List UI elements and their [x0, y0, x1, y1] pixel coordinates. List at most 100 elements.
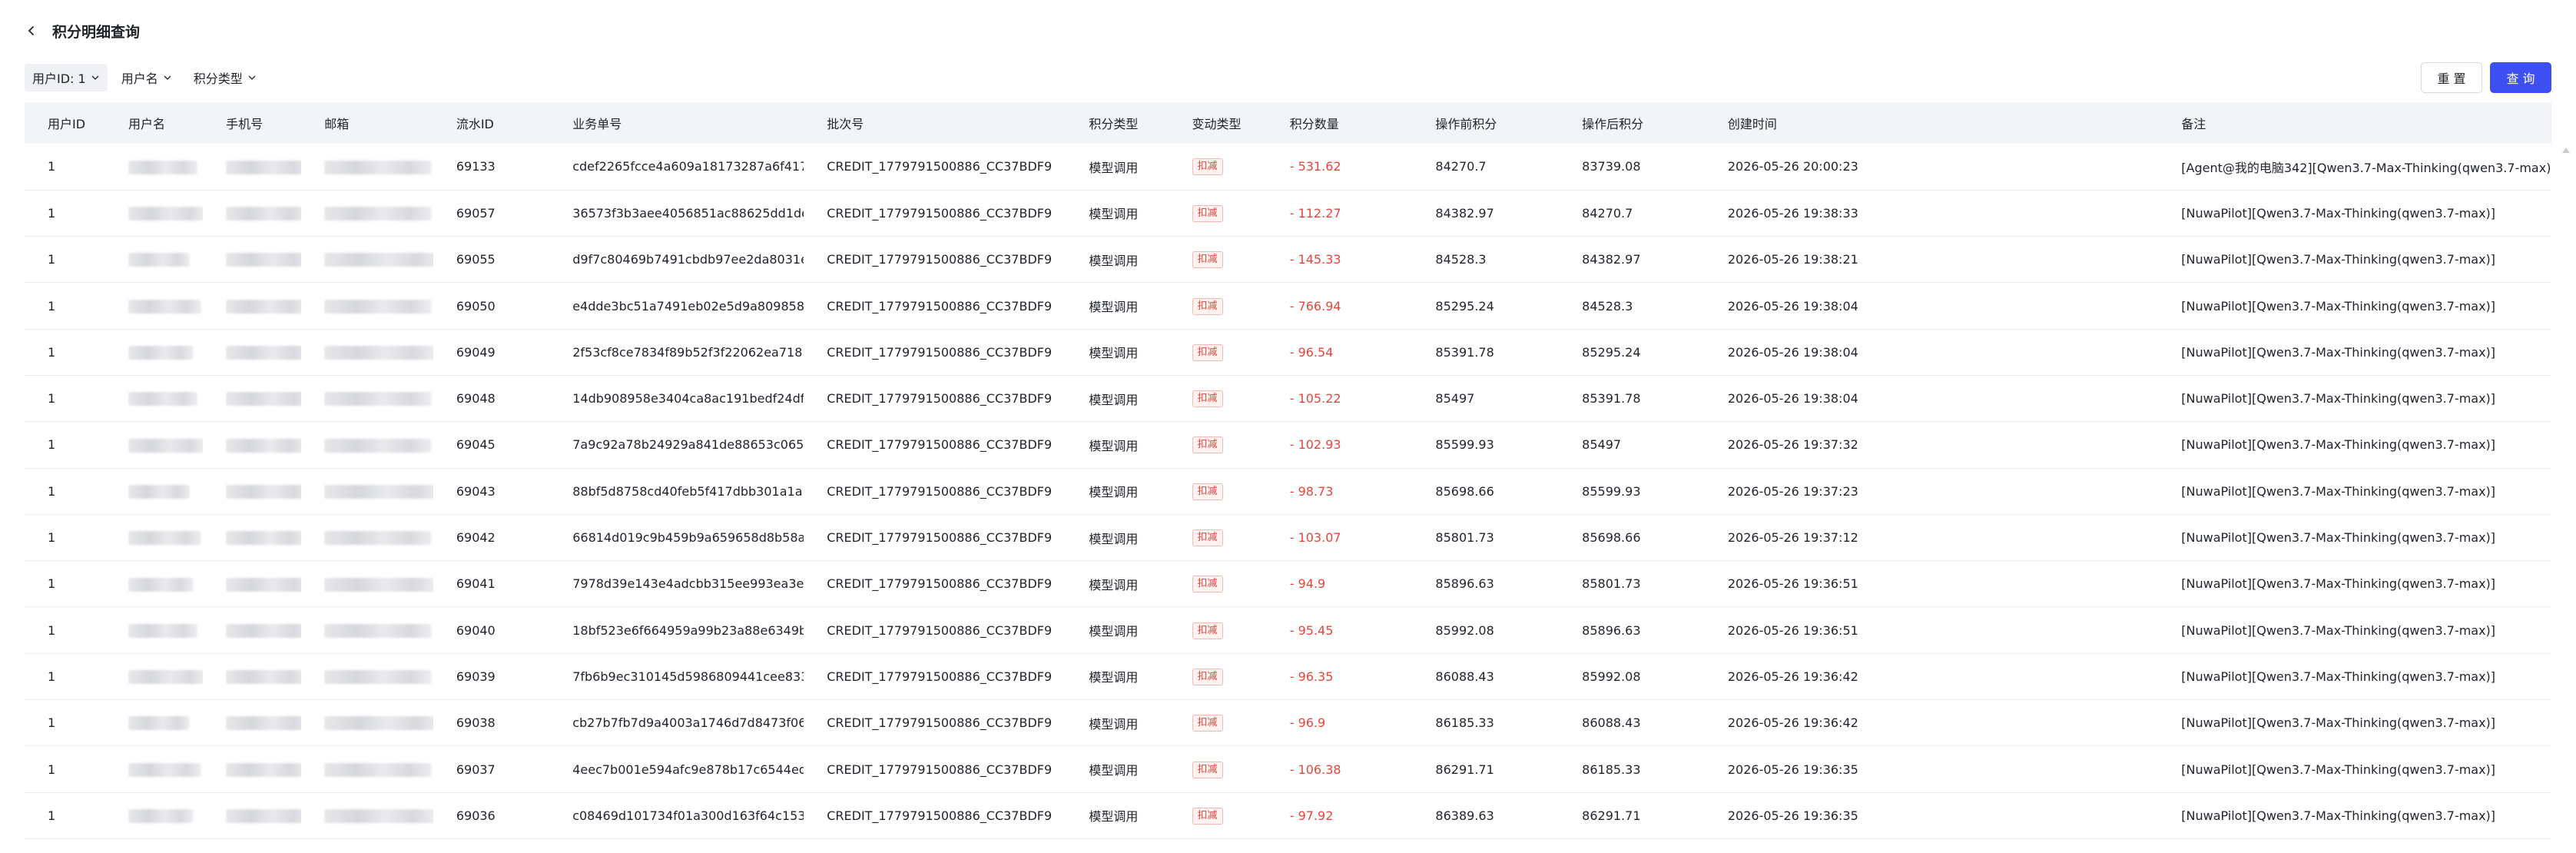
cell-created: 2026-05-26 20:00:23 [1727, 159, 1858, 174]
query-button[interactable]: 查 询 [2490, 62, 2551, 93]
cell-username-masked [105, 422, 204, 468]
cell-phone-masked [203, 700, 302, 746]
cell-change-type: 扣减 [1169, 561, 1267, 607]
cell-flow-id: 69133 [456, 159, 496, 174]
cell-remark: [NuwaPilot][Qwen3.7-Max-Thinking(qwen3.7… [2181, 576, 2496, 592]
filter-user-id[interactable]: 用户ID: 1 [25, 64, 108, 91]
masked-value [324, 809, 433, 824]
masked-value [128, 716, 190, 731]
cell-batch-no: CREDIT_1779791500886_CC37BDF9 [827, 762, 1053, 777]
cell-user-id: 1 [48, 762, 56, 777]
cell-amount: - 102.93 [1289, 437, 1341, 453]
cell-change-type: 扣减 [1169, 746, 1267, 792]
table-row[interactable]: 1 69040 18bf523e6f664959a99b23a88e6349b8 CR… [25, 607, 2551, 654]
cell-email-masked [301, 329, 433, 375]
change-type-badge: 扣减 [1192, 715, 1223, 732]
cell-biz-no: 4eec7b001e594afc9e878b17c6544ed7 [572, 762, 804, 777]
filter-credit-type[interactable]: 积分类型 [186, 64, 264, 91]
cell-flow-id: 69042 [456, 530, 496, 546]
filter-username[interactable]: 用户名 [114, 64, 180, 91]
cell-user-id: 1 [48, 391, 56, 407]
masked-value [324, 716, 433, 731]
table-row[interactable]: 1 69055 d9f7c80469b7491cbdb97ee2da8031ef CR… [25, 237, 2551, 283]
cell-remark: [NuwaPilot][Qwen3.7-Max-Thinking(qwen3.7… [2181, 530, 2496, 546]
cell-remark: [NuwaPilot][Qwen3.7-Max-Thinking(qwen3.7… [2181, 483, 2496, 499]
table-row[interactable]: 1 69057 36573f3b3aee4056851ac88625dd1de0 CR… [25, 190, 2551, 237]
masked-value [226, 809, 302, 824]
cell-phone-masked [203, 607, 302, 653]
cell-user-id: 1 [48, 808, 56, 823]
cell-username-masked [105, 514, 203, 560]
scroll-up-icon[interactable] [2562, 148, 2570, 153]
masked-value [226, 531, 302, 546]
change-type-badge: 扣减 [1192, 668, 1223, 685]
cell-created: 2026-05-26 19:38:04 [1727, 298, 1858, 314]
cell-phone-masked [203, 468, 302, 514]
cell-before: 85896.63 [1435, 576, 1494, 592]
masked-value [128, 670, 204, 685]
change-type-badge: 扣减 [1192, 807, 1223, 825]
masked-value [128, 809, 194, 824]
cell-email-masked [301, 190, 433, 236]
change-type-badge: 扣减 [1192, 251, 1223, 269]
table-row[interactable]: 1 69038 cb27b7fb7d9a4003a1746d7d8473f06d CR… [25, 700, 2551, 746]
cell-flow-id: 69045 [456, 437, 496, 453]
cell-before: 86185.33 [1435, 715, 1494, 731]
cell-change-type: 扣减 [1169, 422, 1267, 468]
masked-value [226, 670, 302, 685]
table-row[interactable]: 1 69050 e4dde3bc51a7491eb02e5d9a80985873 CR… [25, 283, 2551, 330]
masked-value [324, 531, 433, 546]
cell-created: 2026-05-26 19:37:32 [1727, 437, 1858, 453]
change-type-badge: 扣减 [1192, 483, 1223, 500]
cell-username-masked [105, 792, 203, 838]
cell-email-masked [301, 422, 433, 468]
column-header: 积分类型 [1089, 117, 1139, 131]
cell-credit-type: 模型调用 [1089, 346, 1139, 361]
cell-created: 2026-05-26 19:36:35 [1727, 808, 1858, 823]
cell-batch-no: CREDIT_1779791500886_CC37BDF9 [827, 437, 1053, 453]
cell-user-id: 1 [48, 669, 56, 684]
cell-flow-id: 69050 [456, 298, 496, 314]
table-row[interactable]: 1 69049 2f53cf8ce7834f89b52f3f22062ea718 CR… [25, 329, 2551, 376]
cell-email-masked [301, 144, 433, 190]
masked-value [324, 438, 433, 453]
table-row[interactable]: 1 69133 cdef2265fcce4a609a18173287a6f417 CR… [25, 144, 2551, 191]
chevron-down-icon [91, 73, 100, 82]
table-row[interactable]: 1 69036 c08469d101734f01a300d163f64c153f CR… [25, 792, 2551, 839]
cell-email-masked [301, 468, 433, 514]
table-row[interactable]: 1 69048 14db908958e3404ca8ac191bedf24df3 CR… [25, 375, 2551, 422]
table-row[interactable]: 1 69043 88bf5d8758cd40feb5f417dbb301a1a1 CR… [25, 468, 2551, 515]
cell-user-id: 1 [48, 298, 56, 314]
cell-flow-id: 69057 [456, 205, 496, 221]
cell-after: 85992.08 [1582, 669, 1641, 684]
cell-biz-no: 7a9c92a78b24929a841de88653c0654 [572, 437, 804, 453]
column-header: 手机号 [226, 117, 264, 131]
table-row[interactable]: 1 69045 7a9c92a78b24929a841de88653c0654 CRE… [25, 422, 2551, 469]
chevron-left-icon[interactable] [22, 21, 41, 41]
table-row[interactable]: 1 69039 7fb6b9ec310145d5986809441cee833c CR… [25, 653, 2551, 700]
cell-username-masked [105, 375, 203, 421]
reset-button[interactable]: 重 置 [2421, 62, 2482, 93]
table-row[interactable]: 1 69041 7978d39e143e4adcbb315ee993ea3e5f CR… [25, 561, 2551, 607]
table-row[interactable]: 1 69037 4eec7b001e594afc9e878b17c6544ed7 CR… [25, 746, 2551, 793]
table-row[interactable]: 1 69042 66814d019c9b459b9a659658d8b58a14 CR… [25, 514, 2551, 561]
cell-biz-no: 2f53cf8ce7834f89b52f3f22062ea718 [572, 344, 803, 360]
cell-user-id: 1 [48, 252, 56, 267]
cell-amount: - 94.9 [1289, 576, 1326, 592]
cell-credit-type: 模型调用 [1089, 716, 1139, 732]
cell-flow-id: 69041 [456, 576, 496, 592]
cell-change-type: 扣减 [1169, 514, 1267, 560]
chevron-down-icon [163, 73, 172, 82]
cell-after: 85599.93 [1582, 483, 1641, 499]
masked-value [226, 716, 302, 731]
change-type-badge: 扣减 [1192, 529, 1223, 547]
cell-username-masked [105, 746, 203, 792]
masked-value [128, 299, 201, 314]
cell-username-masked [105, 653, 204, 699]
cell-before: 85992.08 [1435, 622, 1494, 638]
masked-value [226, 762, 302, 777]
masked-value [226, 484, 302, 499]
cell-email-masked [301, 792, 433, 838]
masked-value [324, 160, 433, 174]
cell-created: 2026-05-26 19:36:51 [1727, 622, 1858, 638]
